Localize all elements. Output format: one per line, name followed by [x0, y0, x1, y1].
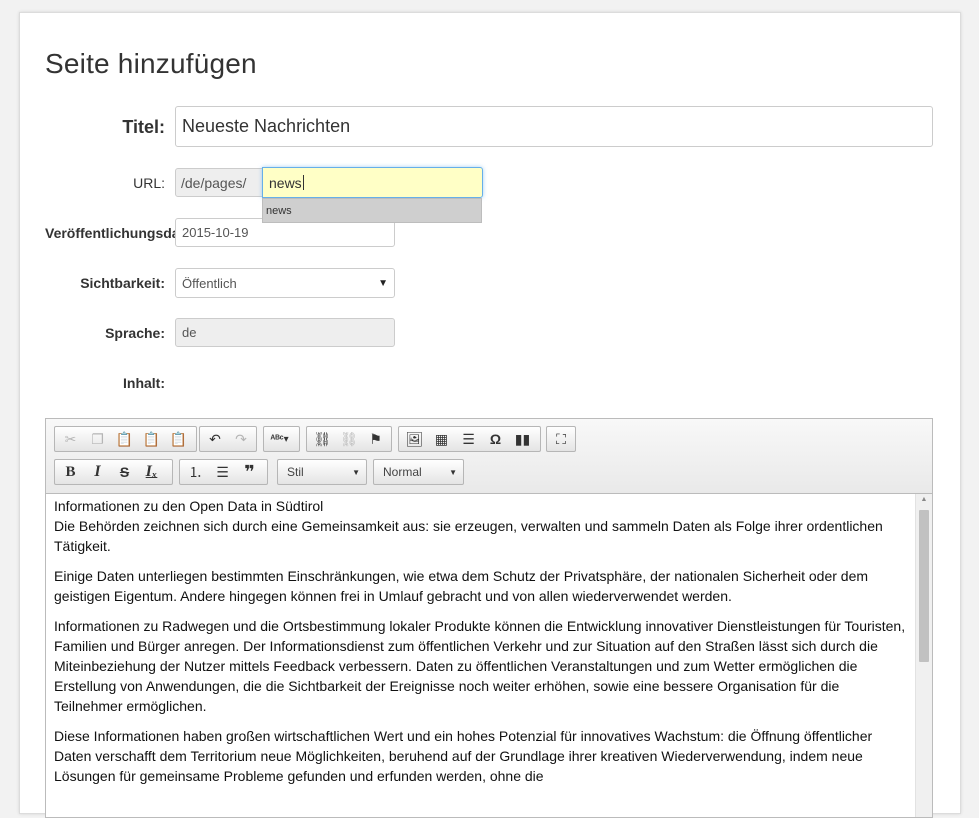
numbered-list-icon[interactable]: ⒈ [182, 461, 209, 483]
unlink-icon[interactable]: ⛓ [336, 428, 363, 450]
copy-icon[interactable]: ❐ [84, 428, 111, 450]
url-input[interactable]: news [262, 167, 483, 198]
language-label: Sprache: [105, 325, 165, 341]
title-label: Titel: [122, 117, 165, 137]
history-group: ↶ ↷ [199, 426, 257, 452]
insert-group: 🖼 ▦ ☰ Ω ▮▮ [398, 426, 541, 452]
content-paragraph: Informationen zu den Open Data in Südtir… [54, 496, 908, 556]
blockquote-icon[interactable]: ❞ [236, 461, 263, 483]
content-paragraph: Einige Daten unterliegen bestimmten Eins… [54, 568, 869, 604]
url-input-value: news [269, 174, 302, 191]
table-icon[interactable]: ▦ [428, 428, 455, 450]
italic-icon[interactable]: I [84, 461, 111, 483]
maximize-icon[interactable]: ⛶ [549, 428, 573, 450]
page-title: Seite hinzufügen [45, 48, 257, 79]
text-caret [302, 175, 304, 190]
content-paragraph: Diese Informationen haben großen wirtsch… [54, 728, 873, 784]
publish-date-label: Veröffentlichungsdatum: [45, 225, 175, 241]
content-label: Inhalt: [123, 375, 165, 391]
redo-icon[interactable]: ↷ [228, 428, 254, 450]
content-line: Die Behörden zeichnen sich durch eine Ge… [54, 518, 883, 554]
special-char-icon[interactable]: Ω [482, 428, 509, 450]
format-combo-label: Normal [383, 465, 422, 479]
spellcheck-group: ᴬᴮᶜ▾ [263, 426, 300, 452]
scroll-up-icon[interactable]: ▲ [916, 496, 932, 503]
undo-icon[interactable]: ↶ [202, 428, 228, 450]
visibility-select[interactable]: Öffentlich ▼ [175, 268, 395, 298]
dropdown-arrow-icon: ▼ [378, 277, 388, 289]
url-prefix: /de/pages/ [175, 168, 263, 197]
page-panel: Seite hinzufügen Titel: Neueste Nachrich… [19, 12, 961, 818]
chevron-down-icon: ▼ [449, 467, 457, 477]
url-label: URL: [133, 175, 165, 191]
paste-text-icon[interactable]: 📋 [138, 428, 165, 450]
link-group: ⛓ ⛓ ⚑ [306, 426, 392, 452]
anchor-icon[interactable]: ⚑ [362, 428, 389, 450]
horizontal-rule-icon[interactable]: ☰ [455, 428, 482, 450]
paste-word-icon[interactable]: 📋 [165, 428, 192, 450]
image-icon[interactable]: 🖼 [401, 428, 428, 450]
bulleted-list-icon[interactable]: ☰ [209, 461, 236, 483]
link-icon[interactable]: ⛓ [309, 428, 336, 450]
editor-scrollbar[interactable]: ▲ [915, 494, 932, 817]
language-input: de [175, 318, 395, 347]
chevron-down-icon: ▼ [352, 467, 360, 477]
paste-icon[interactable]: 📋 [111, 428, 138, 450]
remove-format-icon[interactable]: Iₓ [138, 461, 165, 483]
chart-icon[interactable]: ▮▮ [509, 428, 536, 450]
content-heading-line: Informationen zu den Open Data in Südtir… [54, 498, 324, 514]
url-autocomplete-option[interactable]: news [262, 198, 482, 223]
visibility-value: Öffentlich [182, 275, 237, 291]
format-combo[interactable]: Normal ▼ [373, 459, 464, 485]
scissors-icon[interactable]: ✂ [57, 428, 84, 450]
editor-toolbar: ✂ ❐ 📋 📋 📋 ↶ ↷ ᴬᴮᶜ▾ ⛓ ⛓ ⚑ 🖼 ▦ ☰ Ω ▮▮ ⛶ B … [46, 419, 932, 494]
clipboard-group: ✂ ❐ 📋 📋 📋 [54, 426, 197, 452]
strikethrough-icon[interactable]: S [111, 461, 138, 483]
style-combo[interactable]: Stil ▼ [277, 459, 367, 485]
content-paragraph: Informationen zu Radwegen und die Ortsbe… [54, 618, 906, 714]
basic-styles-group: B I S Iₓ [54, 459, 173, 485]
style-combo-label: Stil [287, 465, 304, 479]
editor-content[interactable]: Informationen zu den Open Data in Südtir… [46, 494, 916, 817]
tools-group: ⛶ [546, 426, 576, 452]
visibility-label: Sichtbarkeit: [80, 275, 165, 291]
title-input[interactable]: Neueste Nachrichten [175, 106, 933, 147]
bold-icon[interactable]: B [57, 461, 84, 483]
rich-text-editor: ✂ ❐ 📋 📋 📋 ↶ ↷ ᴬᴮᶜ▾ ⛓ ⛓ ⚑ 🖼 ▦ ☰ Ω ▮▮ ⛶ B … [45, 418, 933, 818]
list-group: ⒈ ☰ ❞ [179, 459, 268, 485]
scroll-thumb[interactable] [919, 510, 929, 662]
spellcheck-icon[interactable]: ᴬᴮᶜ▾ [266, 428, 293, 450]
